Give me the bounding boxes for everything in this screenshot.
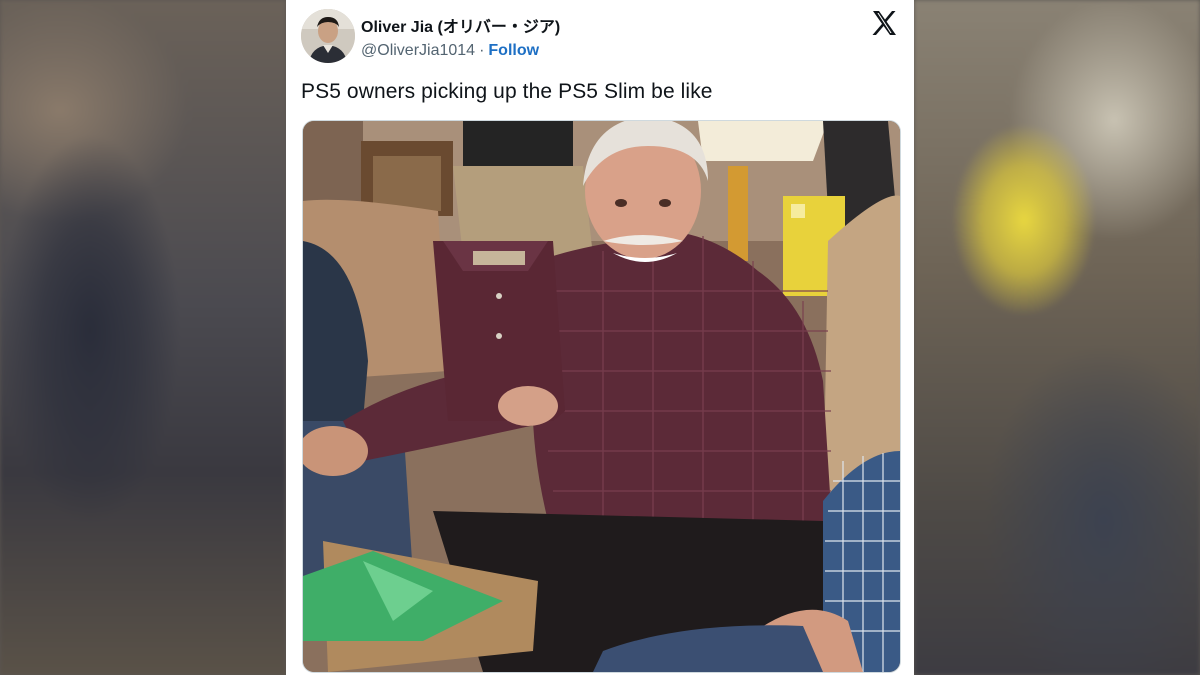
photo-image: [303, 121, 900, 672]
tweet-card: Oliver Jia (オリバー・ジア) @OliverJia1014 · Fo…: [286, 0, 914, 675]
follow-button[interactable]: Follow: [488, 42, 539, 60]
tweet-text: PS5 owners picking up the PS5 Slim be li…: [301, 80, 713, 103]
author-name-text: Oliver Jia (オリバー・ジア): [361, 19, 561, 36]
x-logo-icon[interactable]: [870, 9, 898, 37]
author-name[interactable]: Oliver Jia (オリバー・ジア): [361, 14, 560, 36]
blurred-background-left: [0, 0, 286, 675]
avatar-image: [301, 9, 355, 63]
meta-separator: ·: [479, 42, 485, 59]
tweet-photo[interactable]: [302, 120, 901, 673]
avatar[interactable]: [301, 9, 355, 63]
blurred-background-right: [914, 0, 1200, 675]
author-handle[interactable]: @OliverJia1014: [361, 42, 475, 60]
author-meta: @OliverJia1014 · Follow: [361, 41, 539, 61]
